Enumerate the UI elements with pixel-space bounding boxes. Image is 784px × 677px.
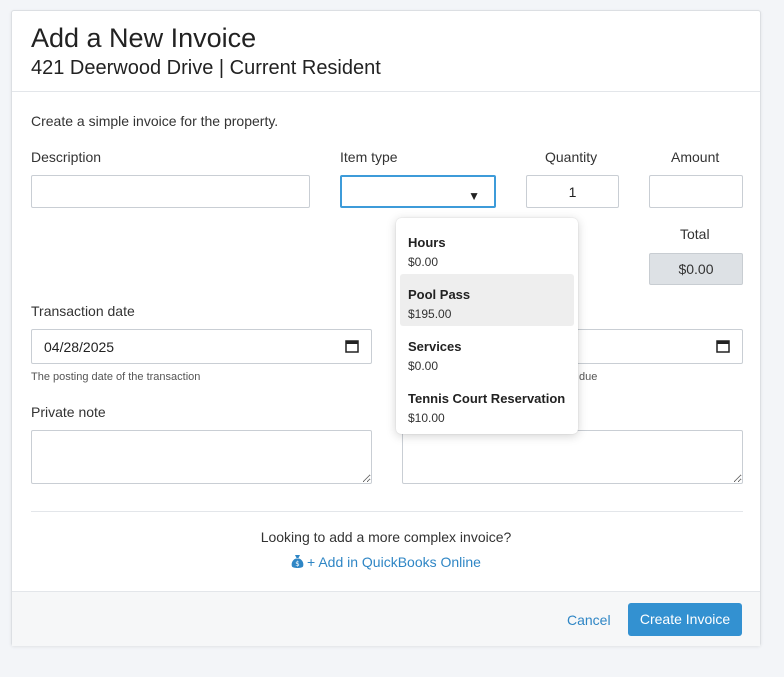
transaction-date-input[interactable]: 04/28/2025	[31, 329, 372, 364]
dropdown-option-tennis-court-reservation[interactable]: Tennis Court Reservation $10.00	[400, 378, 574, 430]
calendar-icon[interactable]	[716, 339, 730, 353]
total-value: $0.00	[649, 253, 743, 285]
option-name: Hours	[408, 235, 446, 250]
modal-footer: Cancel Create Invoice	[12, 591, 760, 646]
due-date-help: due	[579, 371, 598, 383]
option-name: Pool Pass	[408, 287, 471, 302]
chevron-down-icon: ▼	[468, 189, 480, 203]
add-in-quickbooks-link[interactable]: $ + Add in QuickBooks Online	[12, 554, 760, 570]
add-invoice-modal: Add a New Invoice 421 Deerwood Drive | C…	[11, 10, 761, 646]
amount-label: Amount	[671, 149, 720, 165]
calendar-icon[interactable]	[345, 339, 359, 353]
create-invoice-button[interactable]: Create Invoice	[628, 603, 742, 636]
option-price: $0.00	[408, 255, 439, 269]
page-subtitle: 421 Deerwood Drive | Current Resident	[31, 57, 381, 79]
transaction-date-value: 04/28/2025	[44, 339, 115, 355]
option-name: Tennis Court Reservation	[408, 391, 566, 406]
private-note-label: Private note	[31, 404, 106, 420]
quantity-input[interactable]: 1	[526, 175, 619, 208]
add-in-quickbooks-label: + Add in QuickBooks Online	[307, 554, 481, 570]
money-bag-icon: $	[291, 555, 304, 568]
item-type-select[interactable]: ▼	[340, 175, 496, 208]
description-label: Description	[31, 149, 102, 165]
option-price: $10.00	[408, 411, 445, 425]
option-price: $195.00	[408, 307, 452, 321]
quantity-label: Quantity	[545, 149, 598, 165]
public-note-textarea[interactable]	[402, 430, 743, 484]
divider	[31, 511, 743, 512]
quantity-value: 1	[568, 184, 577, 200]
transaction-date-label: Transaction date	[31, 303, 135, 319]
amount-input[interactable]	[649, 175, 743, 208]
page-title: Add a New Invoice	[31, 23, 257, 53]
dropdown-option-hours[interactable]: Hours $0.00	[400, 222, 574, 274]
cancel-button[interactable]: Cancel	[567, 612, 611, 628]
private-note-textarea[interactable]	[31, 430, 372, 484]
item-type-label: Item type	[340, 149, 398, 165]
svg-text:$: $	[295, 560, 299, 568]
description-input[interactable]	[31, 175, 310, 208]
dropdown-option-pool-pass[interactable]: Pool Pass $195.00	[400, 274, 574, 326]
modal-header: Add a New Invoice 421 Deerwood Drive | C…	[12, 11, 760, 92]
dropdown-option-services[interactable]: Services $0.00	[400, 326, 574, 378]
total-label: Total	[680, 226, 710, 242]
form-intro: Create a simple invoice for the property…	[31, 113, 279, 129]
option-price: $0.00	[408, 359, 439, 373]
transaction-date-help: The posting date of the transaction	[31, 371, 201, 383]
item-type-dropdown: Hours $0.00 Pool Pass $195.00 Services $…	[396, 218, 578, 434]
complex-invoice-prompt: Looking to add a more complex invoice?	[260, 529, 512, 545]
option-name: Services	[408, 339, 462, 354]
